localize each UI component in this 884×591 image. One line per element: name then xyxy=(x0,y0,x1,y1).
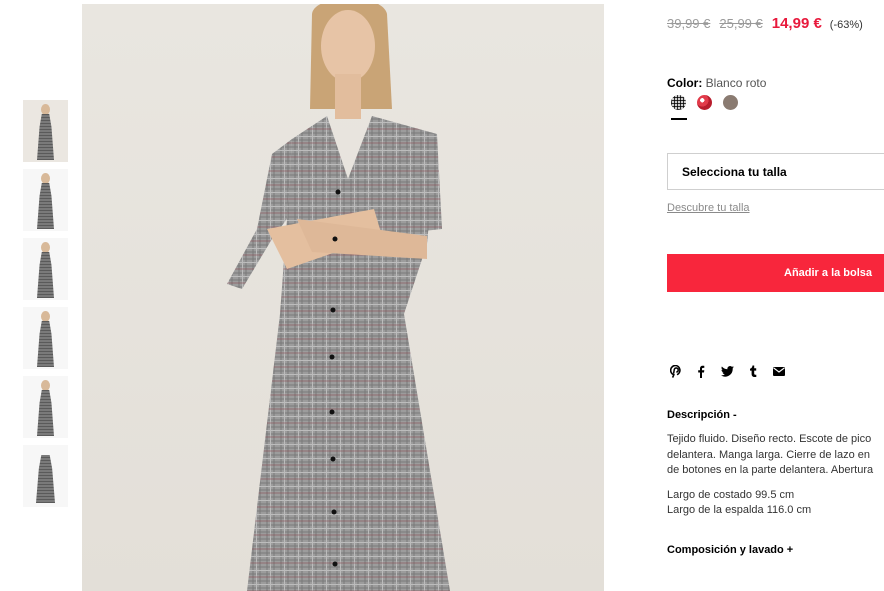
discount-badge: (-63%) xyxy=(829,19,863,31)
tumblr-icon[interactable] xyxy=(746,364,760,378)
thumbnail-dress xyxy=(37,321,54,367)
composition-toggle[interactable]: Composición y lavado + xyxy=(667,544,793,556)
color-label: Color: Blanco roto xyxy=(667,76,766,90)
description-toggle[interactable]: Descripción - xyxy=(667,409,737,421)
measurement-back-length: Largo de la espalda 116.0 cm xyxy=(667,504,812,516)
email-icon[interactable] xyxy=(772,364,786,378)
size-select[interactable]: Selecciona tu talla xyxy=(667,153,884,190)
swatch-checked-grey[interactable] xyxy=(671,95,686,110)
share-icons xyxy=(668,364,798,378)
thumbnail-4[interactable] xyxy=(23,307,68,369)
thumbnail-dress xyxy=(36,455,55,503)
current-price: 14,99 € xyxy=(771,15,822,32)
facebook-icon[interactable] xyxy=(694,364,708,378)
thumbnail-dress xyxy=(37,114,54,160)
add-to-bag-button[interactable]: Añadir a la bolsa xyxy=(667,254,884,292)
twitter-icon[interactable] xyxy=(720,364,734,378)
thumbnail-model-head xyxy=(41,242,50,253)
description-line: delantera. Manga larga. Cierre de lazo e… xyxy=(667,448,871,461)
swatch-red-floral[interactable] xyxy=(697,95,712,110)
color-swatches xyxy=(671,95,749,110)
thumbnail-gallery xyxy=(23,100,68,514)
color-value: Blanco roto xyxy=(705,76,767,90)
description-line: Tejido fluido. Diseño recto. Escote de p… xyxy=(667,433,872,445)
thumbnail-model-head xyxy=(41,104,50,115)
thumbnail-model-head xyxy=(41,173,50,184)
thumbnail-model-head xyxy=(41,311,50,322)
selected-swatch-indicator xyxy=(671,118,687,120)
thumbnail-dress xyxy=(37,183,54,229)
measurement-side-length: Largo de costado 99.5 cm xyxy=(667,488,795,501)
thumbnail-1[interactable] xyxy=(23,100,68,162)
thumbnail-6[interactable] xyxy=(23,445,68,507)
swatch-brown[interactable] xyxy=(723,95,738,110)
color-key: Color: xyxy=(667,76,703,90)
description-body: Tejido fluido. Diseño recto. Escote de p… xyxy=(667,432,884,519)
size-guide-link[interactable]: Descubre tu talla xyxy=(667,202,750,214)
price-row: 39,99 € 25,99 € 14,99 € (-63%) xyxy=(667,15,863,32)
previous-price: 25,99 € xyxy=(719,16,763,31)
pinterest-icon[interactable] xyxy=(668,364,682,378)
description-line: de botones en la parte delantera. Abertu… xyxy=(667,464,874,476)
thumbnail-model-head xyxy=(41,380,50,391)
model-illustration xyxy=(227,4,450,591)
original-price: 39,99 € xyxy=(667,16,711,31)
thumbnail-dress xyxy=(37,252,54,298)
thumbnail-dress xyxy=(37,390,54,436)
main-product-image[interactable] xyxy=(82,4,604,591)
thumbnail-3[interactable] xyxy=(23,238,68,300)
thumbnail-2[interactable] xyxy=(23,169,68,231)
thumbnail-5[interactable] xyxy=(23,376,68,438)
